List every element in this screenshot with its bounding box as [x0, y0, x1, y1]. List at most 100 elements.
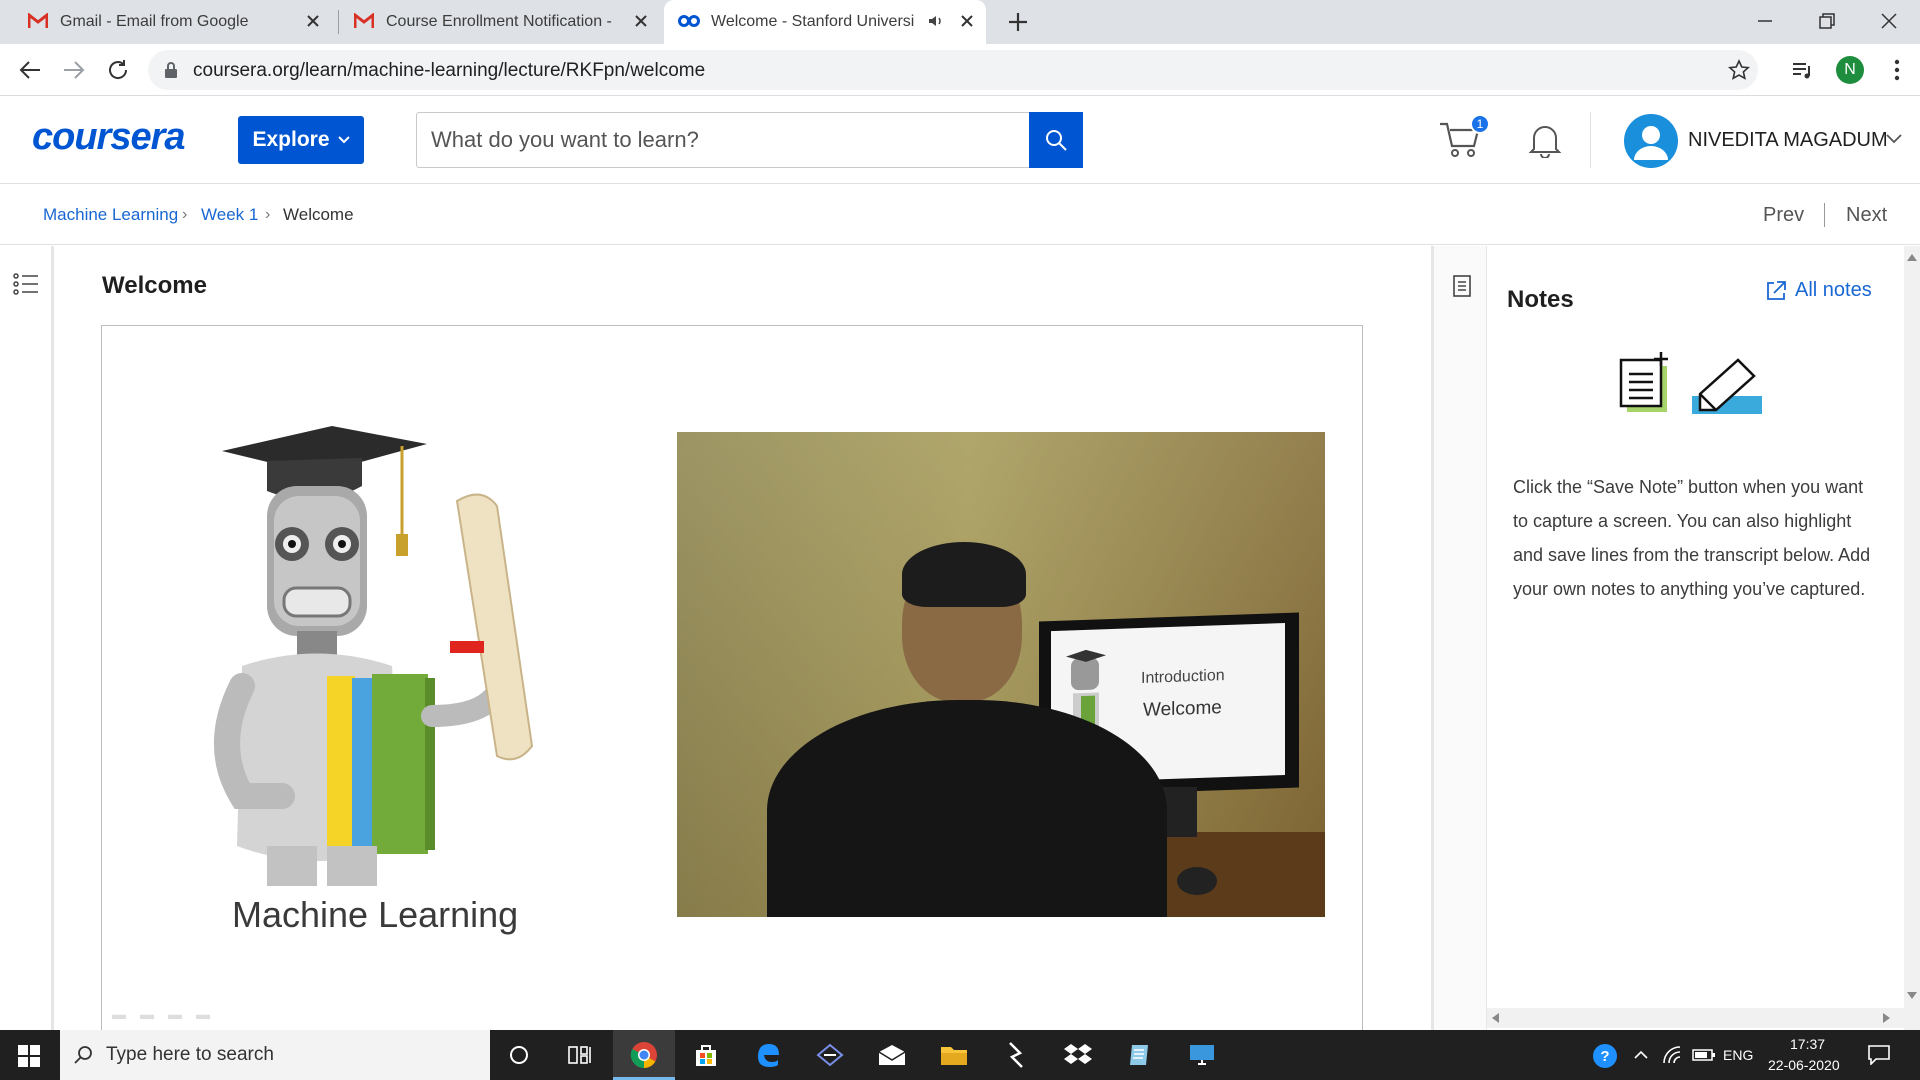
- scroll-up-arrow-icon[interactable]: [1907, 254, 1917, 261]
- next-button[interactable]: Next: [1846, 204, 1887, 227]
- edge-icon[interactable]: [752, 1039, 784, 1071]
- tab-welcome-active[interactable]: Welcome - Stanford Universi: [664, 0, 986, 44]
- tray-chevron-up-icon[interactable]: [1634, 1050, 1648, 1059]
- video-controls-hint-icon[interactable]: ▬▬▬▬: [112, 1006, 224, 1022]
- coursera-favicon-icon: [678, 14, 700, 28]
- address-bar[interactable]: coursera.org/learn/machine-learning/lect…: [148, 50, 1758, 90]
- svg-text:?: ?: [1600, 1048, 1609, 1065]
- user-avatar[interactable]: [1624, 114, 1678, 168]
- app-icon[interactable]: [814, 1039, 846, 1071]
- search-input[interactable]: What do you want to learn?: [416, 112, 1030, 168]
- mail-icon[interactable]: [876, 1039, 908, 1071]
- tab-separator: [338, 10, 339, 34]
- microsoft-store-icon[interactable]: [690, 1039, 722, 1071]
- clock-date[interactable]: 22-06-2020: [1768, 1057, 1840, 1073]
- explore-button[interactable]: Explore: [238, 116, 364, 164]
- reload-icon[interactable]: [106, 58, 130, 82]
- chevron-down-icon[interactable]: [1886, 134, 1902, 144]
- language-indicator[interactable]: ENG: [1723, 1047, 1753, 1063]
- browser-toolbar: coursera.org/learn/machine-learning/lect…: [0, 44, 1920, 96]
- scroll-left-arrow-icon[interactable]: [1492, 1013, 1499, 1023]
- browser-menu-icon[interactable]: [1894, 58, 1900, 82]
- breadcrumb-course-link[interactable]: Machine Learning: [43, 205, 178, 225]
- coursera-logo[interactable]: coursera: [32, 116, 186, 159]
- lecture-content: Welcome Machine Learning Introduction We…: [57, 246, 1431, 1045]
- chrome-icon[interactable]: [628, 1039, 660, 1071]
- search-button[interactable]: [1029, 112, 1083, 168]
- clock-time[interactable]: 17:37: [1790, 1036, 1825, 1052]
- slide-caption: Machine Learning: [232, 894, 519, 935]
- taskbar-search-input[interactable]: Type here to search: [60, 1030, 490, 1080]
- user-name[interactable]: NIVEDITA MAGADUM: [1688, 129, 1888, 152]
- gmail-icon: [354, 13, 374, 29]
- task-view-icon[interactable]: [564, 1039, 596, 1071]
- notes-description: Click the “Save Note” button when you wa…: [1513, 477, 1871, 599]
- breadcrumb: Machine Learning › Week 1 › Welcome Prev…: [0, 185, 1920, 245]
- header-divider: [1590, 112, 1591, 168]
- chevron-down-icon: [337, 136, 350, 144]
- course-outline-icon[interactable]: [13, 272, 39, 296]
- taskbar-search-placeholder: Type here to search: [106, 1044, 274, 1065]
- profile-avatar[interactable]: N: [1836, 56, 1864, 84]
- explore-label: Explore: [252, 128, 330, 151]
- robot-graduate-illustration: [212, 416, 612, 886]
- file-explorer-icon[interactable]: [938, 1039, 970, 1071]
- gmail-icon: [28, 13, 48, 29]
- app-shortcut-icon[interactable]: [1000, 1039, 1032, 1071]
- scroll-right-arrow-icon[interactable]: [1883, 1013, 1890, 1023]
- windows-start-icon[interactable]: [18, 1045, 40, 1067]
- search-icon: [1044, 128, 1068, 152]
- media-control-icon[interactable]: [1790, 58, 1814, 82]
- action-center-icon[interactable]: [1868, 1045, 1890, 1065]
- breadcrumb-current: Welcome: [283, 205, 354, 224]
- battery-icon[interactable]: [1692, 1048, 1716, 1062]
- dropbox-icon[interactable]: [1062, 1039, 1094, 1071]
- remote-desktop-icon[interactable]: [1186, 1039, 1218, 1071]
- scroll-down-arrow-icon[interactable]: [1907, 992, 1917, 999]
- help-icon[interactable]: ?: [1592, 1043, 1618, 1069]
- speaker-icon[interactable]: [928, 14, 944, 28]
- notes-panel: Notes All notes Click the “Save Note” bu…: [1487, 246, 1904, 1030]
- vertical-scrollbar[interactable]: [1904, 246, 1920, 1030]
- close-tab-icon[interactable]: [960, 14, 974, 28]
- search-icon: [74, 1045, 94, 1065]
- person-body: [767, 700, 1167, 917]
- notes-title: Notes: [1507, 286, 1574, 313]
- restore-window-icon[interactable]: [1818, 12, 1836, 30]
- mouse: [1177, 867, 1217, 895]
- coursera-header: coursera Explore What do you want to lea…: [0, 96, 1920, 184]
- monitor-text-welcome: Welcome: [1143, 697, 1222, 721]
- windows-taskbar: Type here to search ? ENG 17:37 22-06-20…: [0, 1030, 1920, 1080]
- all-notes-label: All notes: [1795, 279, 1872, 301]
- monitor-text-introduction: Introduction: [1141, 667, 1225, 687]
- chevron-right-icon: ›: [182, 206, 188, 223]
- horizontal-scrollbar[interactable]: [1487, 1008, 1904, 1028]
- notes-toggle-icon[interactable]: [1452, 274, 1472, 298]
- close-tab-icon[interactable]: [306, 14, 320, 28]
- tab-gmail[interactable]: Gmail - Email from Google: [0, 0, 335, 44]
- video-player[interactable]: Machine Learning Introduction Welcome ▬▬…: [101, 325, 1363, 1045]
- lock-icon: [164, 61, 178, 79]
- tab-course-enrollment[interactable]: Course Enrollment Notification -: [340, 0, 665, 44]
- tab-title: Gmail - Email from Google: [60, 13, 249, 30]
- notepad-icon[interactable]: [1124, 1039, 1156, 1071]
- wifi-icon[interactable]: [1662, 1045, 1684, 1065]
- save-note-icon: [1617, 352, 1669, 414]
- forward-arrow-icon[interactable]: [62, 59, 86, 81]
- highlight-pen-icon: [1692, 354, 1764, 416]
- cortana-icon[interactable]: [503, 1039, 535, 1071]
- new-tab-icon[interactable]: [1007, 11, 1029, 33]
- notes-rail: [1431, 246, 1487, 1030]
- minimize-window-icon[interactable]: [1756, 12, 1774, 30]
- close-window-icon[interactable]: [1880, 12, 1898, 30]
- back-arrow-icon[interactable]: [18, 59, 42, 81]
- prev-button[interactable]: Prev: [1763, 204, 1804, 227]
- notification-bell-icon[interactable]: [1528, 122, 1562, 158]
- external-link-icon: [1765, 280, 1787, 302]
- cart-count-badge: 1: [1470, 114, 1490, 134]
- breadcrumb-week-link[interactable]: Week 1: [201, 205, 258, 225]
- all-notes-link[interactable]: All notes: [1765, 279, 1872, 302]
- person-hair: [902, 542, 1026, 607]
- bookmark-star-icon[interactable]: [1728, 59, 1750, 81]
- close-tab-icon[interactable]: [634, 14, 648, 28]
